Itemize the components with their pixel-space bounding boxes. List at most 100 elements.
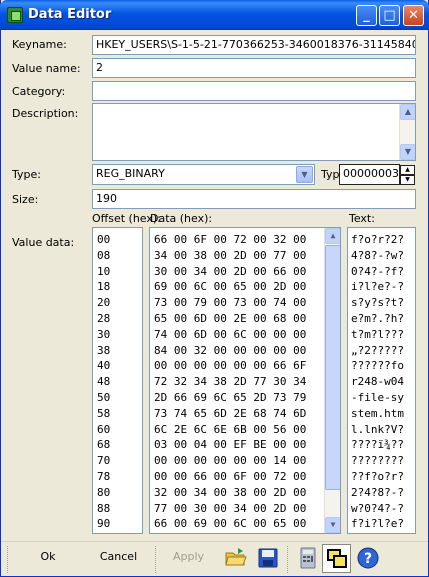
type-select-value: REG_BINARY [96, 167, 165, 180]
offset-row: 18 [97, 280, 111, 294]
hex-data-row: 74 00 6D 00 6C 00 00 00 [154, 327, 307, 341]
windows-icon [327, 549, 347, 568]
scroll-thumb[interactable] [325, 245, 340, 490]
offset-row: 98 [97, 532, 142, 533]
hex-data-row: 69 00 6C 00 65 00 2D 00 [154, 280, 307, 294]
text-row: - [351, 532, 415, 533]
type-no-spinner[interactable]: ▲ ▼ [400, 165, 415, 186]
hex-data-row: 84 00 32 00 00 00 00 00 [154, 343, 307, 357]
scroll-up-icon[interactable]: ▲ [400, 104, 415, 120]
data-header: Data (hex): [150, 212, 213, 225]
offset-row: 60 [97, 422, 111, 436]
text-row: 0?4?-?f? [351, 264, 404, 278]
offset-row: 48 [97, 375, 111, 389]
bottom-toolbar: Ok Cancel Apply ? [1, 541, 428, 576]
calculator-icon[interactable] [296, 546, 320, 570]
value-data-label: Value data: [12, 236, 75, 249]
toolbar-separator [287, 546, 290, 573]
offset-row: 20 [97, 296, 111, 310]
hex-data-row: 66 00 69 00 6C 00 65 00 [154, 517, 307, 531]
text-row: 2?4?8?-? [351, 485, 404, 499]
apply-button[interactable]: Apply [166, 550, 211, 563]
offset-column: 0008101820283038404850586068707880889098 [92, 227, 143, 534]
scroll-up-icon[interactable]: ▲ [325, 228, 340, 244]
offset-row: 40 [97, 359, 111, 373]
category-field[interactable] [92, 81, 416, 101]
cancel-button[interactable]: Cancel [91, 550, 146, 563]
text-row: l.lnk?V? [351, 422, 404, 436]
hex-data-row: 73 00 79 00 73 00 74 00 [154, 296, 307, 310]
type-label: Type: [12, 168, 41, 181]
hex-data-row: 65 00 6D 00 2E 00 68 00 [154, 311, 307, 325]
hex-data-row: 30 00 34 00 2D 00 66 00 [154, 264, 307, 278]
value-name-field[interactable]: 2 [92, 58, 416, 78]
description-scrollbar[interactable]: ▲ ▼ [399, 104, 415, 160]
text-row: ???????? [351, 454, 404, 468]
text-row: „?2????? [351, 343, 404, 357]
offset-row: 68 [97, 438, 111, 452]
hex-data-row: 32 00 34 00 38 00 2D 00 [154, 485, 307, 499]
offset-row: 08 [97, 248, 111, 262]
hex-data-row: 72 32 34 38 2D 77 30 34 [154, 375, 307, 389]
text-row: -file-sy [351, 390, 404, 404]
scroll-down-icon[interactable]: ▼ [325, 517, 340, 533]
title-bar[interactable]: Data Editor _ □ ✕ [0, 0, 429, 30]
spin-up-icon[interactable]: ▲ [400, 165, 415, 175]
hex-data-row: 34 00 38 00 2D 00 77 00 [154, 248, 307, 262]
close-button[interactable]: ✕ [403, 5, 424, 26]
offset-row: 80 [97, 485, 111, 499]
text-row: f?o?r?2? [351, 233, 404, 246]
size-field[interactable]: 190 [92, 189, 416, 209]
offset-row: 90 [97, 517, 111, 531]
toolbar-separator [155, 546, 158, 573]
hex-data-row: 77 00 30 00 34 00 2D 00 [154, 501, 307, 515]
text-row: f?i?l?e? [351, 517, 404, 531]
save-icon[interactable] [256, 546, 280, 570]
hex-data-row: 2D 66 69 6C 65 2D 73 79 [154, 390, 307, 404]
offset-row: 50 [97, 390, 111, 404]
ok-button[interactable]: Ok [23, 550, 73, 563]
hex-data-row: 6C 2E 6C 6E 6B 00 56 00 [154, 422, 307, 436]
keyname-label: Keyname: [12, 38, 67, 51]
window-toggle-button[interactable] [322, 544, 351, 573]
hex-data-row: 03 00 04 00 EF BE 00 00 [154, 438, 307, 452]
type-select[interactable]: REG_BINARY ▼ [92, 164, 315, 185]
minimize-button[interactable]: _ [356, 5, 377, 26]
hex-data-row: 00 00 00 00 00 00 14 00 [154, 454, 307, 468]
keyname-field[interactable]: HKEY_USERS\S-1-5-21-770366253-3460018376… [92, 35, 416, 55]
chevron-down-icon[interactable]: ▼ [296, 166, 313, 183]
text-row: w?0?4?-? [351, 501, 404, 515]
app-icon [7, 7, 23, 23]
spin-down-icon[interactable]: ▼ [400, 175, 415, 185]
text-header: Text: [349, 212, 375, 225]
maximize-button[interactable]: □ [379, 5, 400, 26]
type-no-field[interactable]: 00000003 [339, 164, 400, 185]
text-row: e?m?.?h? [351, 311, 404, 325]
open-folder-icon[interactable] [224, 546, 248, 570]
text-column[interactable]: f?o?r?2? 4?8?-?w? 0?4?-?f? i?l?e?-? s?y?s?t?… [347, 227, 416, 534]
hex-data-row: 2D 00 73 00 79 00 73 00 [154, 532, 340, 533]
offset-row: 30 [97, 327, 111, 341]
hex-data-column[interactable]: 66 00 6F 00 72 00 32 00 34 00 38 00 2D 00… [149, 227, 341, 534]
text-row: t?m?l??? [351, 327, 404, 341]
hex-data-row: 73 74 65 6D 2E 68 74 6D [154, 406, 307, 420]
offset-row: 00 [97, 233, 111, 246]
scroll-down-icon[interactable]: ▼ [400, 144, 415, 160]
data-editor-window: Data Editor _ □ ✕ Keyname: HKEY_USERS\S-… [0, 0, 429, 577]
text-row: stem.htm [351, 406, 404, 420]
value-name-label: Value name: [12, 62, 81, 75]
text-row: i?l?e?-? [351, 280, 404, 294]
offset-row: 10 [97, 264, 111, 278]
text-row: 4?8?-?w? [351, 248, 404, 262]
text-row: ??f?o?r? [351, 469, 404, 483]
svg-text:?: ? [364, 551, 372, 567]
hex-data-row: 66 00 6F 00 72 00 32 00 [154, 233, 307, 246]
help-icon[interactable]: ? [356, 546, 380, 570]
text-row: ??????fo [351, 359, 404, 373]
offset-row: 88 [97, 501, 111, 515]
size-label: Size: [12, 193, 39, 206]
hex-data-row: 00 00 66 00 6F 00 72 00 [154, 469, 307, 483]
text-row: s?y?s?t? [351, 296, 404, 310]
description-field[interactable]: ▲ ▼ [92, 103, 416, 161]
hex-data-scrollbar[interactable]: ▲ ▼ [324, 228, 340, 533]
